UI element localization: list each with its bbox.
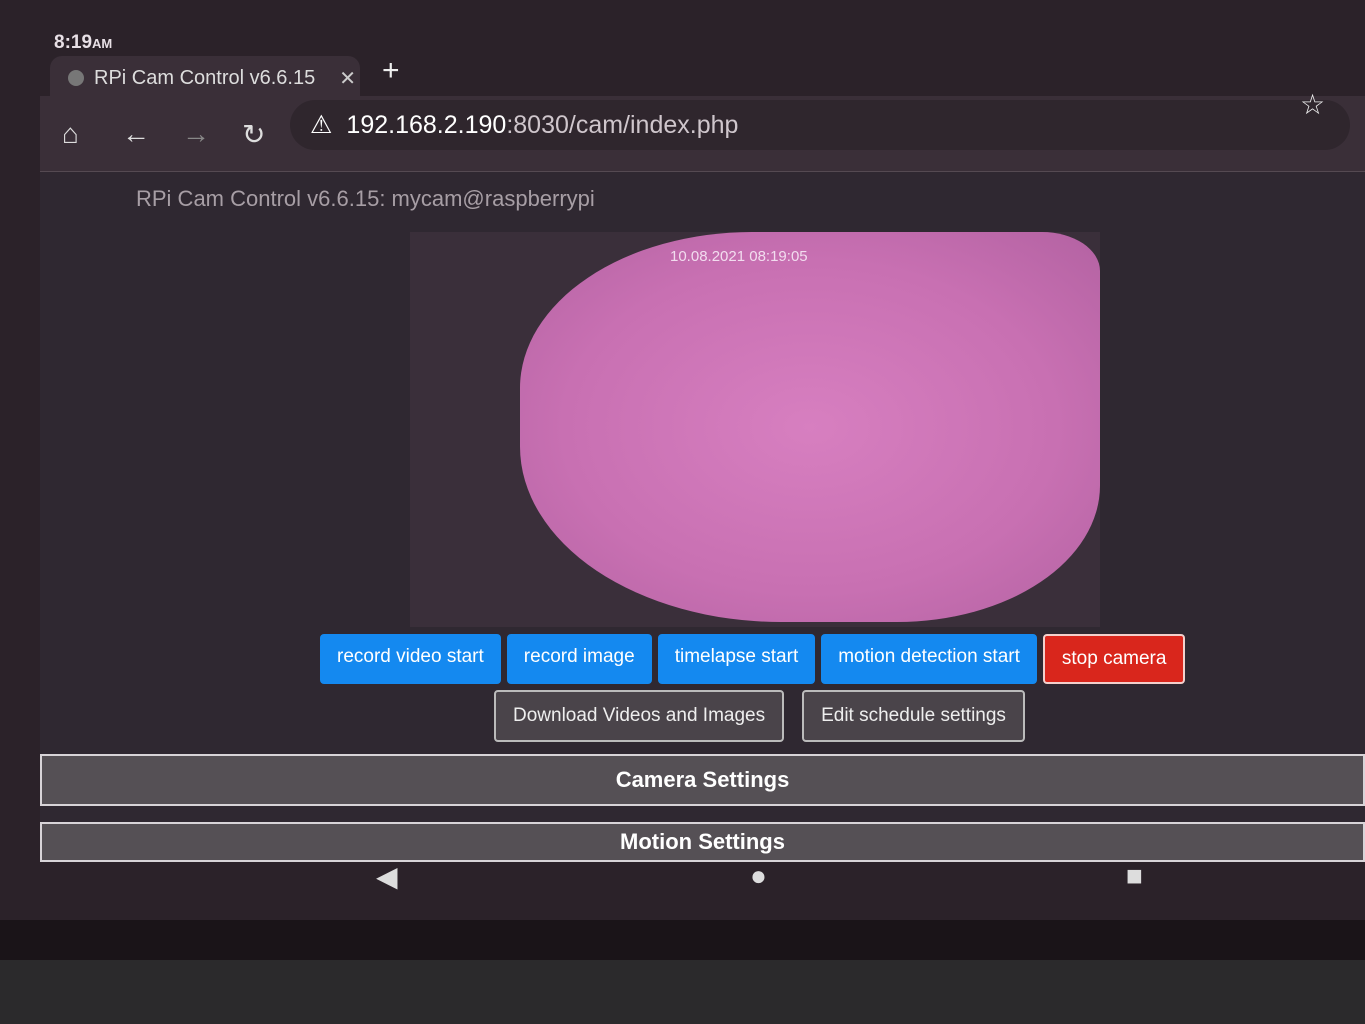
home-icon[interactable]: ⌂ <box>62 118 79 150</box>
bookmark-star-icon[interactable]: ☆ <box>1300 88 1325 121</box>
android-recents-icon[interactable]: ■ <box>1126 860 1143 892</box>
close-tab-icon[interactable]: ✕ <box>339 66 356 91</box>
camera-settings-panel[interactable]: Camera Settings <box>40 754 1365 806</box>
download-videos-button[interactable]: Download Videos and Images <box>494 690 785 742</box>
android-back-icon[interactable]: ◀ <box>376 860 398 893</box>
tab-title: RPi Cam Control v6.6.15 <box>94 66 316 89</box>
tablet-bezel <box>0 960 1365 1024</box>
status-bar: 8:19AM <box>54 32 113 53</box>
web-page: RPi Cam Control v6.6.15: mycam@raspberry… <box>40 172 1365 862</box>
edit-schedule-button[interactable]: Edit schedule settings <box>802 690 1025 742</box>
record-image-button[interactable]: record image <box>506 634 652 684</box>
forward-icon[interactable]: → <box>182 118 210 150</box>
camera-preview: 10.08.2021 08:19:05 <box>410 232 1100 627</box>
warning-icon: ⚠ <box>310 111 333 139</box>
motion-settings-panel[interactable]: Motion Settings <box>40 822 1365 862</box>
new-tab-icon[interactable]: + <box>382 54 400 88</box>
address-bar[interactable]: ⚠ 192.168.2.190:8030/cam/index.php <box>290 100 1350 150</box>
page-title: RPi Cam Control v6.6.15: mycam@raspberry… <box>136 186 595 211</box>
camera-timestamp: 10.08.2021 08:19:05 <box>670 248 808 265</box>
back-icon[interactable]: ← <box>122 118 150 150</box>
stop-camera-button[interactable]: stop camera <box>1042 634 1186 684</box>
timelapse-start-button[interactable]: timelapse start <box>657 634 816 684</box>
record-video-start-button[interactable]: record video start <box>320 634 501 684</box>
browser-tab[interactable]: RPi Cam Control v6.6.15 ✕ <box>50 56 360 100</box>
reload-icon[interactable]: ↻ <box>242 118 265 151</box>
motion-detection-start-button[interactable]: motion detection start <box>821 634 1037 684</box>
android-home-icon[interactable]: ● <box>750 860 767 892</box>
globe-icon <box>68 70 84 86</box>
camera-image <box>520 232 1100 622</box>
tablet-screen: 8:19AM RPi Cam Control v6.6.15 ✕ + ⌂ ← → … <box>0 0 1365 920</box>
